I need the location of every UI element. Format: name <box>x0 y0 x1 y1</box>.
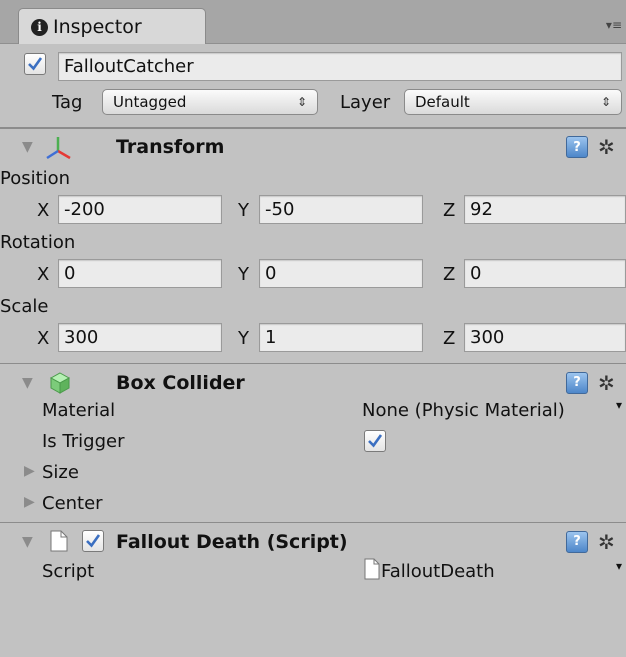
script-component-header[interactable]: ▼ Fallout Death (Script) ? ✲ <box>0 522 626 560</box>
rotation-z-field[interactable]: 0 <box>464 259 626 288</box>
size-fold-icon[interactable]: ▶ <box>24 463 35 479</box>
box-collider-title: Box Collider <box>116 371 245 394</box>
tab-bar: i Inspector ▾≡ <box>0 0 626 45</box>
axis-y-label: Y <box>238 328 249 349</box>
scale-z-field[interactable]: 300 <box>464 323 626 352</box>
transform-axes-icon <box>46 137 71 160</box>
checkmark-icon <box>368 434 383 448</box>
layer-label: Layer <box>340 92 391 113</box>
scale-x-value: 300 <box>64 327 99 348</box>
material-dropdown-arrow-icon[interactable]: ▾ <box>616 398 622 412</box>
object-active-checkbox[interactable] <box>24 53 46 75</box>
size-label[interactable]: Size <box>42 462 79 483</box>
scale-z-value: 300 <box>470 327 505 348</box>
tab-menu-icon[interactable]: ▾≡ <box>606 18 622 32</box>
position-y-field[interactable]: -50 <box>259 195 423 224</box>
fold-open-icon[interactable]: ▼ <box>22 375 33 391</box>
object-name-value: FalloutCatcher <box>64 56 194 77</box>
position-x-value: -200 <box>64 199 105 220</box>
object-name-field[interactable]: FalloutCatcher <box>58 52 622 81</box>
transform-header[interactable]: ▼ Transform ? ✲ <box>0 127 626 165</box>
axis-z-label: Z <box>443 264 456 285</box>
layer-dropdown[interactable]: Default ⇕ <box>404 89 622 115</box>
tag-value: Untagged <box>113 93 187 111</box>
scale-label: Scale <box>0 296 49 317</box>
help-icon[interactable]: ? <box>566 136 588 158</box>
rotation-x-field[interactable]: 0 <box>58 259 222 288</box>
material-label: Material <box>42 400 116 421</box>
position-z-value: 92 <box>470 199 493 220</box>
axis-z-label: Z <box>443 200 456 221</box>
gear-icon[interactable]: ✲ <box>598 371 615 395</box>
help-icon[interactable]: ? <box>566 371 588 394</box>
script-component-title: Fallout Death (Script) <box>116 530 348 553</box>
position-y-value: -50 <box>265 199 295 220</box>
rotation-y-value: 0 <box>265 263 277 284</box>
material-value[interactable]: None (Physic Material) <box>362 400 565 421</box>
dropdown-arrows-icon: ⇕ <box>600 95 611 109</box>
rotation-z-value: 0 <box>470 263 482 284</box>
scale-y-field[interactable]: 1 <box>259 323 423 352</box>
transform-title: Transform <box>116 136 225 158</box>
layer-value: Default <box>415 93 470 111</box>
info-icon: i <box>31 18 48 36</box>
rotation-y-field[interactable]: 0 <box>259 259 423 288</box>
fold-open-icon[interactable]: ▼ <box>22 139 33 155</box>
script-value[interactable]: FalloutDeath <box>381 561 495 582</box>
fold-open-icon[interactable]: ▼ <box>22 534 33 550</box>
center-label[interactable]: Center <box>42 493 103 514</box>
axis-x-label: X <box>37 264 50 285</box>
axis-x-label: X <box>37 200 50 221</box>
axis-y-label: Y <box>238 264 249 285</box>
script-asset-icon <box>364 558 380 580</box>
scale-x-field[interactable]: 300 <box>58 323 222 352</box>
center-fold-icon[interactable]: ▶ <box>24 494 35 510</box>
position-z-field[interactable]: 92 <box>464 195 626 224</box>
is-trigger-label: Is Trigger <box>42 431 125 452</box>
checkmark-icon <box>28 57 43 71</box>
script-label: Script <box>42 561 95 582</box>
axis-z-label: Z <box>443 328 456 349</box>
gear-icon[interactable]: ✲ <box>598 530 615 554</box>
axis-x-label: X <box>37 328 50 349</box>
help-icon[interactable]: ? <box>566 530 588 553</box>
tag-dropdown[interactable]: Untagged ⇕ <box>102 89 318 115</box>
rotation-label: Rotation <box>0 232 76 253</box>
script-file-icon <box>50 530 68 552</box>
position-label: Position <box>0 168 71 189</box>
script-dropdown-arrow-icon[interactable]: ▾ <box>616 559 622 573</box>
tab-inspector[interactable]: i Inspector <box>18 8 206 45</box>
dropdown-arrows-icon: ⇕ <box>296 95 307 109</box>
box-collider-header[interactable]: ▼ Box Collider ? ✲ <box>0 363 626 401</box>
box-collider-icon <box>50 372 70 394</box>
tag-label: Tag <box>52 92 83 113</box>
scale-y-value: 1 <box>265 327 277 348</box>
is-trigger-checkbox[interactable] <box>364 430 386 452</box>
object-header <box>24 53 46 75</box>
position-x-field[interactable]: -200 <box>58 195 222 224</box>
gear-icon[interactable]: ✲ <box>598 135 615 159</box>
axis-y-label: Y <box>238 200 249 221</box>
script-enabled-checkbox[interactable] <box>82 530 104 552</box>
rotation-x-value: 0 <box>64 263 76 284</box>
tab-inspector-label: Inspector <box>53 16 142 38</box>
inspector-panel: FalloutCatcher Tag Untagged ⇕ Layer Defa… <box>0 44 626 657</box>
checkmark-icon <box>86 534 101 548</box>
